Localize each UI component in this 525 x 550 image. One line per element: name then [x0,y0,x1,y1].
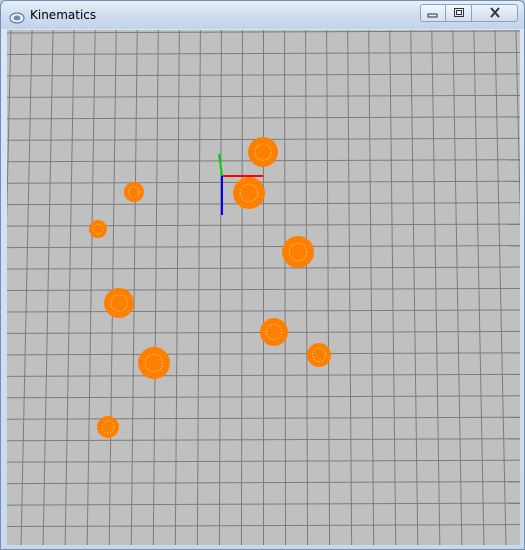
sphere [97,416,119,438]
sphere [104,288,134,318]
sphere [260,318,288,346]
3d-viewport[interactable] [7,30,520,545]
window-title: Kinematics [30,8,97,22]
close-button[interactable] [472,4,518,22]
title-bar[interactable]: Kinematics [1,1,524,29]
sphere [124,182,144,202]
scene-canvas[interactable] [7,30,520,545]
sphere [282,236,314,268]
app-window: Kinematics [0,0,525,550]
minimize-button[interactable] [420,4,446,22]
sphere [138,347,170,379]
sphere [233,177,265,209]
sphere [307,343,331,367]
minimize-icon [427,13,438,18]
sphere [248,137,278,167]
sphere [89,220,107,238]
maximize-button[interactable] [446,4,472,22]
maximize-icon [453,8,464,17]
app-icon [9,9,25,24]
close-icon [489,7,500,18]
